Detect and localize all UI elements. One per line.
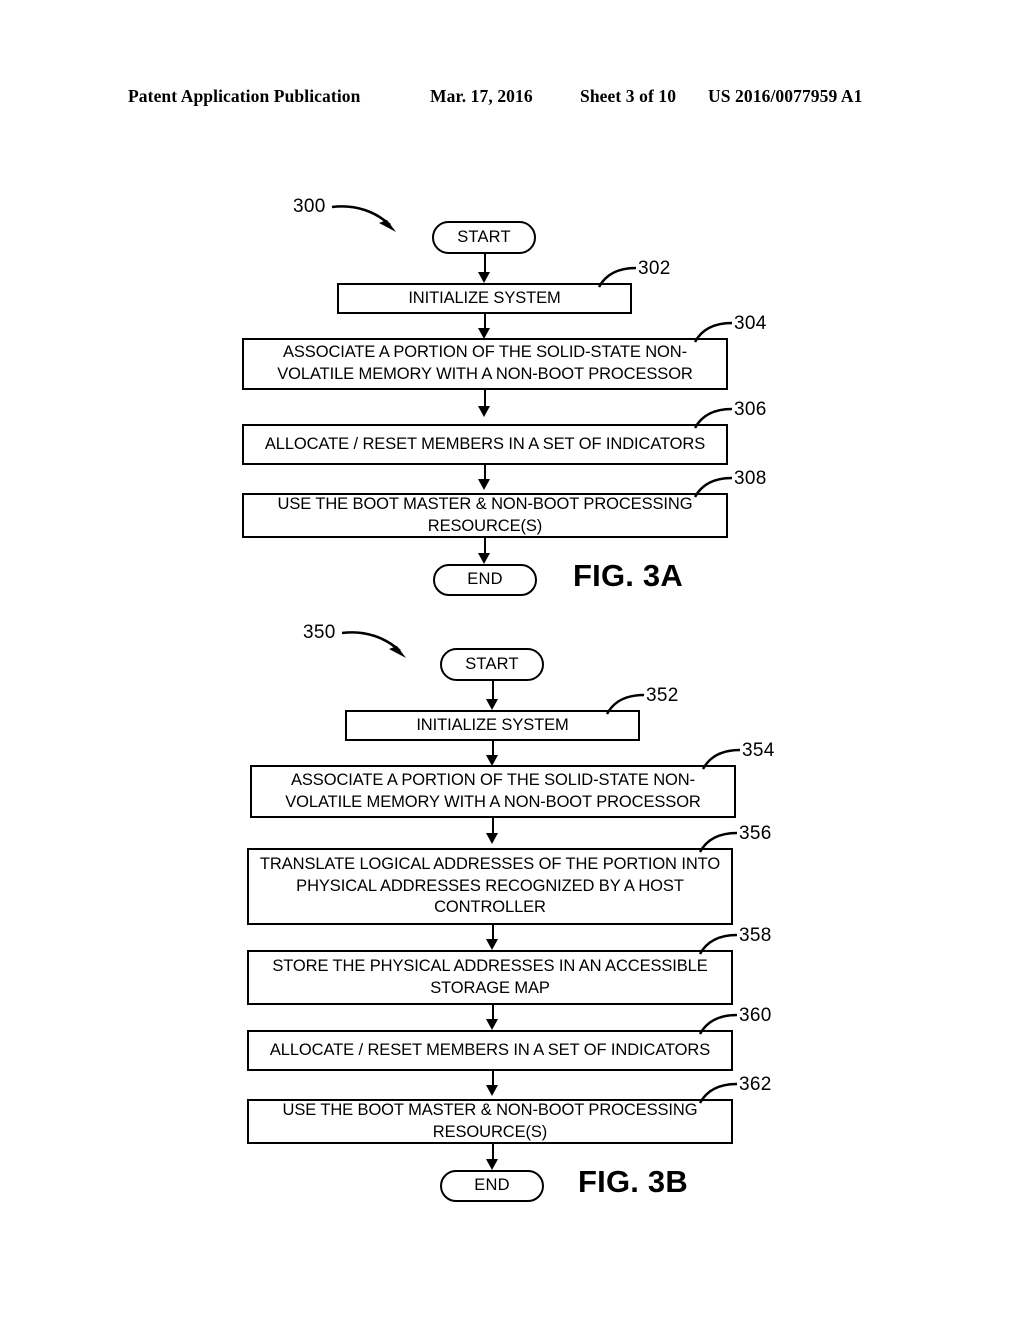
fig3b-node-use-boot-master[interactable]: USE THE BOOT MASTER & NON-BOOT PROCESSIN… (247, 1099, 733, 1144)
fig3b-arrowhead-358 (485, 939, 498, 950)
fig3b-node-start-label: START (465, 654, 519, 673)
fig3b-node-allocate-reset-members[interactable]: ALLOCATE / RESET MEMBERS IN A SET OF IND… (247, 1030, 733, 1071)
fig3b-node-translate-logical-addresses-label: TRANSLATE LOGICAL ADDRESSES OF THE PORTI… (259, 854, 721, 917)
figure-3b: 350 START INITIALIZE SYSTEM 352 ASSOCIAT… (0, 0, 1024, 1320)
fig3b-node-end-label: END (474, 1176, 510, 1195)
fig3b-connector-362-to-end (492, 1144, 494, 1160)
fig3b-arrowhead-end (485, 1159, 498, 1170)
fig3b-node-associate-portion-label: ASSOCIATE A PORTION OF THE SOLID-STATE N… (285, 770, 701, 811)
fig3b-refnum-356: 356 (739, 823, 772, 844)
fig3b-refnum-360: 360 (739, 1005, 772, 1026)
fig3b-refnum-352: 352 (646, 685, 679, 706)
fig3b-refnum-358: 358 (739, 925, 772, 946)
fig3b-node-initialize-system[interactable]: INITIALIZE SYSTEM (345, 710, 640, 741)
fig3b-node-use-boot-master-label: USE THE BOOT MASTER & NON-BOOT PROCESSIN… (282, 1100, 698, 1141)
fig3b-arrowhead-356 (485, 833, 498, 844)
flow-id-350: 350 (303, 622, 336, 643)
fig3b-node-initialize-system-label: INITIALIZE SYSTEM (416, 715, 569, 734)
fig3b-node-end[interactable]: END (440, 1170, 544, 1202)
fig3b-node-translate-logical-addresses[interactable]: TRANSLATE LOGICAL ADDRESSES OF THE PORTI… (247, 848, 733, 925)
fig3b-arrowhead-362 (485, 1085, 498, 1096)
fig3b-node-store-physical-addresses-label: STORE THE PHYSICAL ADDRESSES IN AN ACCES… (272, 956, 708, 997)
fig3b-arrowhead-352 (485, 699, 498, 710)
fig3b-node-allocate-reset-members-label: ALLOCATE / RESET MEMBERS IN A SET OF IND… (269, 1040, 711, 1059)
fig3b-refnum-354: 354 (742, 740, 775, 761)
fig3b-connector-356-to-358 (492, 925, 494, 940)
fig3b-caption: FIG. 3B (578, 1164, 688, 1199)
fig3b-node-store-physical-addresses[interactable]: STORE THE PHYSICAL ADDRESSES IN AN ACCES… (247, 950, 733, 1005)
fig3b-refnum-362: 362 (739, 1074, 772, 1095)
fig3b-arrowhead-360 (485, 1019, 498, 1030)
flow-id-350-arrow (341, 631, 406, 658)
fig3b-node-associate-portion[interactable]: ASSOCIATE A PORTION OF THE SOLID-STATE N… (250, 765, 736, 818)
fig3b-connector-354-to-356 (492, 818, 494, 834)
fig3b-connector-start-to-352 (492, 681, 494, 700)
fig3b-node-start[interactable]: START (440, 648, 544, 681)
